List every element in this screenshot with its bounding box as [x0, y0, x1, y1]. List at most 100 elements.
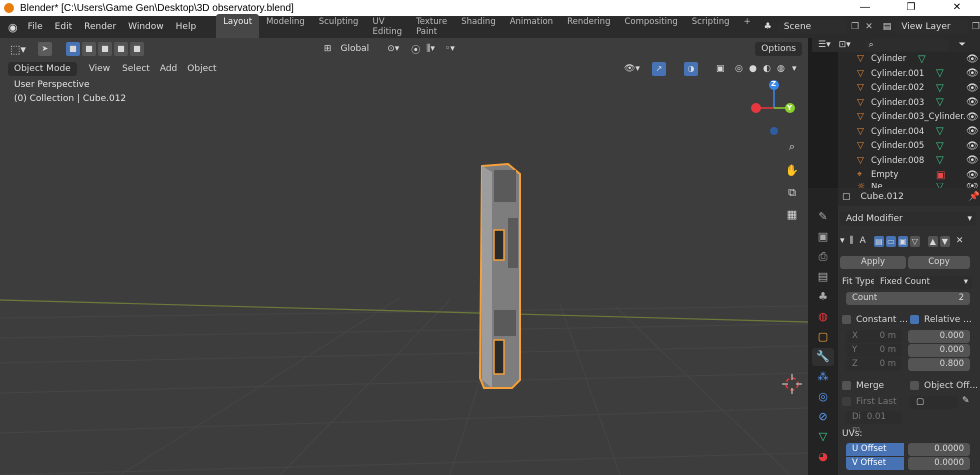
menu-help[interactable]: Help: [170, 22, 203, 32]
v-offset-label[interactable]: V Offset: [846, 457, 904, 470]
tab-scripting[interactable]: Scripting: [685, 14, 737, 40]
cage-toggle-icon[interactable]: ▽: [909, 235, 920, 247]
visibility-eye-icon[interactable]: 👁: [966, 83, 979, 94]
add-modifier-dropdown[interactable]: Add Modifier ▾: [840, 212, 976, 226]
transform-orientation-dropdown[interactable]: Global: [334, 42, 375, 56]
visibility-eye-icon[interactable]: 👁: [966, 97, 979, 108]
output-tab-icon[interactable]: ⎙: [812, 248, 834, 266]
tab-modeling[interactable]: Modeling: [259, 14, 312, 40]
ortho-toggle-icon[interactable]: ▦: [783, 206, 801, 224]
menu-file[interactable]: File: [22, 22, 49, 32]
select-invert-icon[interactable]: ■: [113, 42, 128, 56]
viewport-menu-view[interactable]: View: [89, 64, 110, 74]
outliner-search-input[interactable]: ⌕: [864, 39, 949, 51]
camera-view-icon[interactable]: ⧉: [783, 184, 801, 202]
u-offset-label[interactable]: U Offset: [846, 443, 904, 456]
mode-selector[interactable]: Object Mode: [8, 62, 77, 76]
constant-z-field[interactable]: Z0 m: [846, 358, 902, 371]
copy-button[interactable]: Copy: [908, 256, 970, 269]
close-button[interactable]: ✕: [934, 0, 980, 16]
blender-menu-icon[interactable]: ◉: [8, 21, 18, 34]
maximize-button[interactable]: ❐: [888, 0, 934, 16]
minimize-button[interactable]: —: [842, 0, 888, 16]
visibility-eye-icon[interactable]: 👁: [966, 170, 979, 181]
world-tab-icon[interactable]: ◍: [812, 308, 834, 326]
particles-tab-icon[interactable]: ⁂: [812, 368, 834, 386]
tab-uv-editing[interactable]: UV Editing: [365, 14, 409, 40]
xray-icon[interactable]: ▣: [716, 64, 725, 74]
outliner-row[interactable]: ▽ Cylinder.008 ▽ 👁: [838, 154, 980, 169]
move-up-icon[interactable]: ▲: [927, 235, 938, 247]
visibility-eye-icon[interactable]: 👁: [966, 141, 979, 152]
visibility-eye-icon[interactable]: 👁: [966, 126, 979, 137]
viewport-menu-object[interactable]: Object: [187, 64, 216, 74]
pan-hand-icon[interactable]: ✋: [783, 162, 801, 180]
collapse-chevron-icon[interactable]: ▾: [840, 236, 845, 246]
remove-scene-icon[interactable]: ✕: [865, 22, 873, 32]
outliner-filter-icon[interactable]: ⊡▾: [839, 40, 851, 50]
shading-wireframe-icon[interactable]: ◎: [735, 64, 743, 74]
options-dropdown[interactable]: Options: [755, 42, 802, 56]
new-scene-icon[interactable]: ❐: [851, 22, 859, 32]
outliner-row[interactable]: ▽ Cylinder.004 ▽ 👁: [838, 125, 980, 140]
first-last-checkbox[interactable]: First Last: [842, 397, 897, 407]
merge-distance-field[interactable]: Di 0.01 m: [846, 411, 902, 435]
relative-offset-checkbox[interactable]: Relative ...: [910, 315, 972, 325]
merge-checkbox[interactable]: Merge: [842, 381, 884, 391]
outliner-row[interactable]: ▽ Cylinder.003 ▽ 👁: [838, 96, 980, 111]
relative-x-field[interactable]: 0.000: [908, 330, 970, 343]
3d-viewport[interactable]: ⬚▾ ➤ ■ ■ ■ ■ ■ ⊞ Global ⊙▾ ⦿ ⫼▾ ◦▾ Optio…: [0, 38, 808, 475]
modifier-name-field[interactable]: A: [860, 236, 866, 246]
shading-rendered-icon[interactable]: ◍: [777, 64, 785, 74]
tab-compositing[interactable]: Compositing: [617, 14, 684, 40]
menu-window[interactable]: Window: [122, 22, 170, 32]
object-offset-checkbox[interactable]: Object Off...: [910, 381, 978, 391]
add-workspace-icon[interactable]: +: [737, 14, 758, 40]
view-layer-tab-icon[interactable]: ▤: [812, 268, 834, 286]
view-layer-selector[interactable]: View Layer: [895, 20, 968, 34]
tool-tab-icon[interactable]: ✎: [812, 208, 834, 226]
pin-icon[interactable]: 📌: [969, 192, 980, 202]
constant-x-field[interactable]: X0 m: [846, 330, 902, 343]
snap-icon[interactable]: ⦿: [411, 43, 420, 56]
edit-mode-toggle-icon[interactable]: ▤: [873, 235, 884, 247]
remove-modifier-icon[interactable]: ✕: [956, 236, 964, 246]
object-name-field[interactable]: Cube.012: [854, 190, 965, 204]
gizmo-neg-x-axis[interactable]: [751, 103, 761, 113]
constant-offset-checkbox[interactable]: Constant ...: [842, 315, 908, 325]
outliner-funnel-icon[interactable]: ⏷: [959, 40, 966, 50]
count-field[interactable]: Count 2: [846, 292, 970, 305]
viewport-menu-select[interactable]: Select: [122, 64, 150, 74]
pivot-point-icon[interactable]: ⊙▾: [387, 44, 399, 54]
visibility-icon[interactable]: 👁▾: [624, 64, 640, 74]
visibility-eye-icon[interactable]: 👁: [966, 155, 979, 166]
shading-material-icon[interactable]: ◐: [763, 64, 771, 74]
object-tab-icon[interactable]: ▢: [812, 328, 834, 346]
fit-type-dropdown[interactable]: Fixed Count ▾: [874, 276, 972, 289]
apply-button[interactable]: Apply: [840, 256, 906, 269]
visibility-eye-icon[interactable]: 👁: [966, 54, 979, 65]
zoom-icon[interactable]: ⌕: [783, 138, 801, 156]
constraints-tab-icon[interactable]: ⊘: [812, 408, 834, 426]
menu-edit[interactable]: Edit: [49, 22, 78, 32]
move-down-icon[interactable]: ▼: [939, 235, 950, 247]
render-tab-icon[interactable]: ▣: [812, 228, 834, 246]
outliner-row[interactable]: ▽ Cylinder.001 ▽ 👁: [838, 67, 980, 82]
tab-animation[interactable]: Animation: [503, 14, 560, 40]
tab-layout[interactable]: Layout: [216, 14, 260, 40]
select-tool-icon[interactable]: ➤: [37, 42, 52, 56]
viewport-toggle-icon[interactable]: ▭: [885, 235, 896, 247]
scene-tab-icon[interactable]: ♣: [812, 288, 834, 306]
outliner-row[interactable]: ▽ Cylinder ▽ 👁: [838, 52, 980, 67]
v-offset-field[interactable]: 0.0000: [908, 457, 970, 470]
relative-y-field[interactable]: 0.000: [908, 344, 970, 357]
material-tab-icon[interactable]: ◕: [812, 448, 834, 466]
offset-object-field[interactable]: ▢: [910, 396, 958, 409]
editor-type-icon[interactable]: ⬚▾: [10, 43, 26, 56]
tab-rendering[interactable]: Rendering: [560, 14, 617, 40]
outliner-row[interactable]: ▽ Cylinder.005 ▽ 👁: [838, 139, 980, 154]
visibility-eye-icon[interactable]: 👁: [966, 68, 979, 79]
relative-z-field[interactable]: 0.800: [908, 358, 970, 371]
gizmo-toggle-icon[interactable]: ↗: [652, 62, 666, 76]
shading-solid-icon[interactable]: ●: [749, 64, 757, 74]
